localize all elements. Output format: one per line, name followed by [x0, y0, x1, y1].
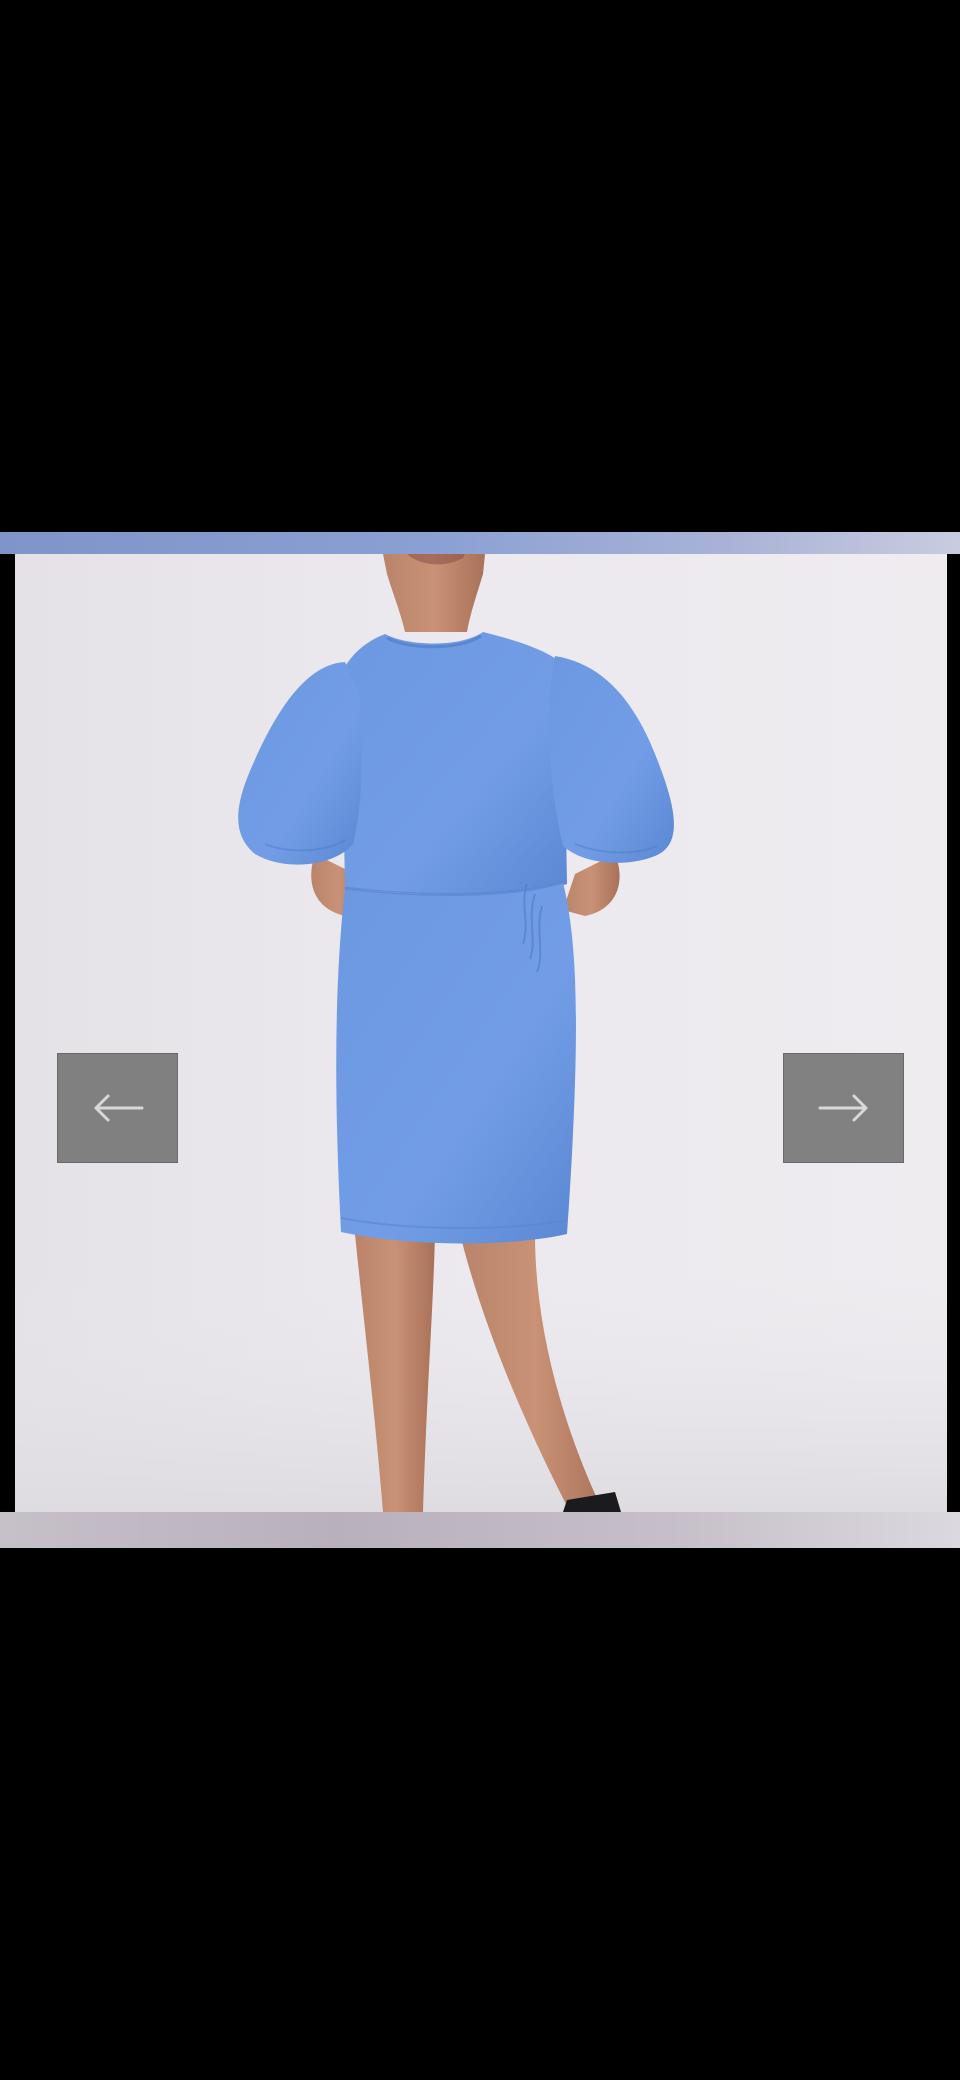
- previous-image-button[interactable]: [57, 1053, 178, 1163]
- next-image-button[interactable]: [783, 1053, 904, 1163]
- arrow-left-icon: [94, 1094, 143, 1122]
- arrow-right-icon: [818, 1094, 867, 1122]
- top-blur-band: [0, 532, 960, 554]
- image-viewer-screen: [0, 0, 960, 2080]
- product-photo: [15, 554, 947, 1512]
- bottom-blur-band: [0, 1512, 960, 1548]
- image-viewer[interactable]: [15, 554, 947, 1512]
